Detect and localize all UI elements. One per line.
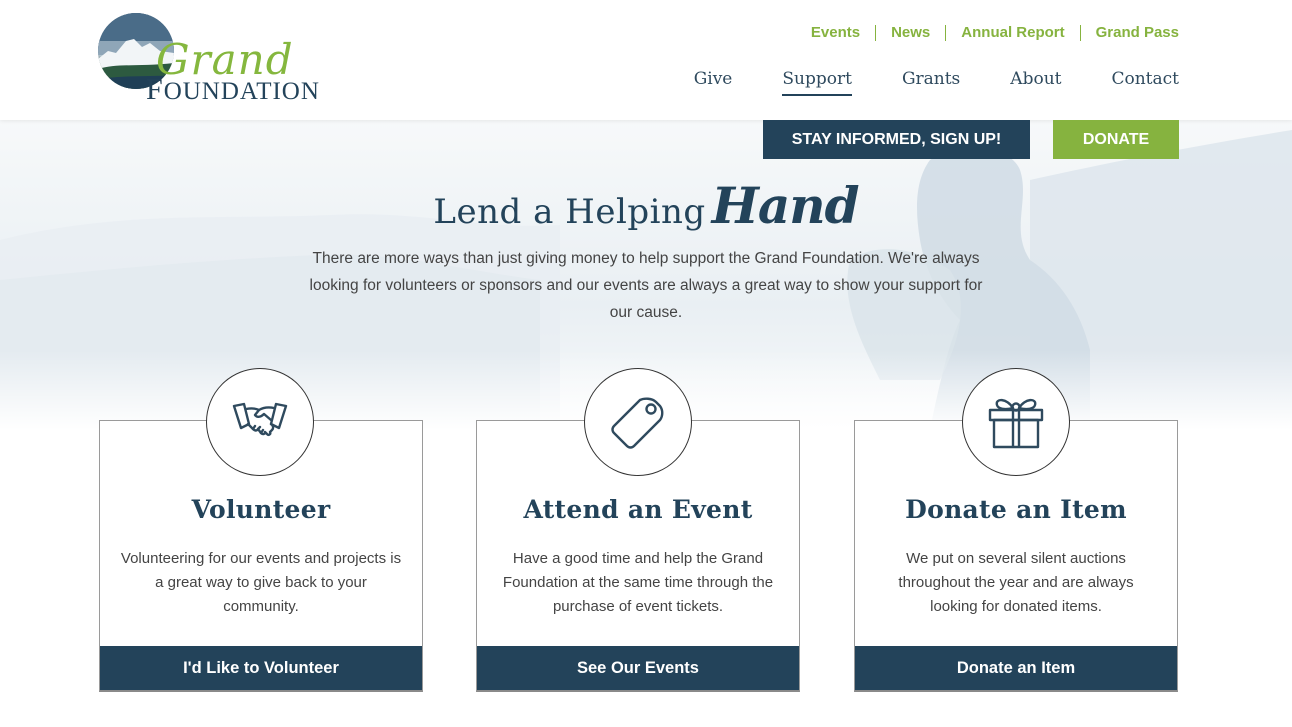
card-title: Attend an Event: [523, 495, 753, 524]
tag-icon: [584, 368, 692, 476]
card-title: Volunteer: [191, 495, 331, 524]
nav-give[interactable]: Give: [694, 66, 733, 96]
utility-link-grand-pass[interactable]: Grand Pass: [1096, 24, 1179, 42]
page-title-plain: Lend a Helping: [433, 192, 706, 232]
utility-link-news[interactable]: News: [891, 24, 930, 42]
page-title: Lend a Helping Hand: [0, 176, 1292, 235]
card-text: We put on several silent auctions throug…: [898, 550, 1134, 615]
main-nav: Give Support Grants About Contact: [644, 66, 1179, 96]
nav-about[interactable]: About: [1010, 66, 1061, 96]
see-events-button[interactable]: See Our Events: [477, 646, 799, 690]
handshake-icon: [206, 368, 314, 476]
utility-divider: [1079, 25, 1081, 41]
utility-divider: [945, 25, 947, 41]
site-header: Grand FOUNDATION Events News Annual Repo…: [0, 0, 1292, 120]
card-text: Have a good time and help the Grand Foun…: [502, 550, 774, 615]
nav-contact[interactable]: Contact: [1111, 66, 1179, 96]
nav-support[interactable]: Support: [782, 66, 852, 96]
utility-nav: Events News Annual Report Grand Pass: [811, 24, 1179, 42]
site-logo[interactable]: Grand FOUNDATION: [98, 13, 363, 105]
logo-wordmark-foundation: FOUNDATION: [146, 75, 320, 107]
card-text: Volunteering for our events and projects…: [120, 550, 402, 615]
gift-icon: [962, 368, 1070, 476]
volunteer-button[interactable]: I'd Like to Volunteer: [100, 646, 422, 690]
donate-item-button[interactable]: Donate an Item: [855, 646, 1177, 690]
logo-foundation-initial: F: [146, 73, 164, 106]
card-title: Donate an Item: [905, 495, 1127, 524]
logo-foundation-rest: OUNDATION: [163, 78, 320, 105]
donate-button[interactable]: DONATE: [1053, 120, 1179, 159]
signup-button[interactable]: STAY INFORMED, SIGN UP!: [763, 120, 1030, 159]
utility-divider: [875, 25, 877, 41]
page-title-script: Hand: [711, 176, 860, 235]
nav-grants[interactable]: Grants: [902, 66, 960, 96]
intro-text: There are more ways than just giving mon…: [309, 250, 983, 321]
utility-link-events[interactable]: Events: [811, 24, 860, 42]
utility-link-annual-report[interactable]: Annual Report: [961, 24, 1064, 42]
